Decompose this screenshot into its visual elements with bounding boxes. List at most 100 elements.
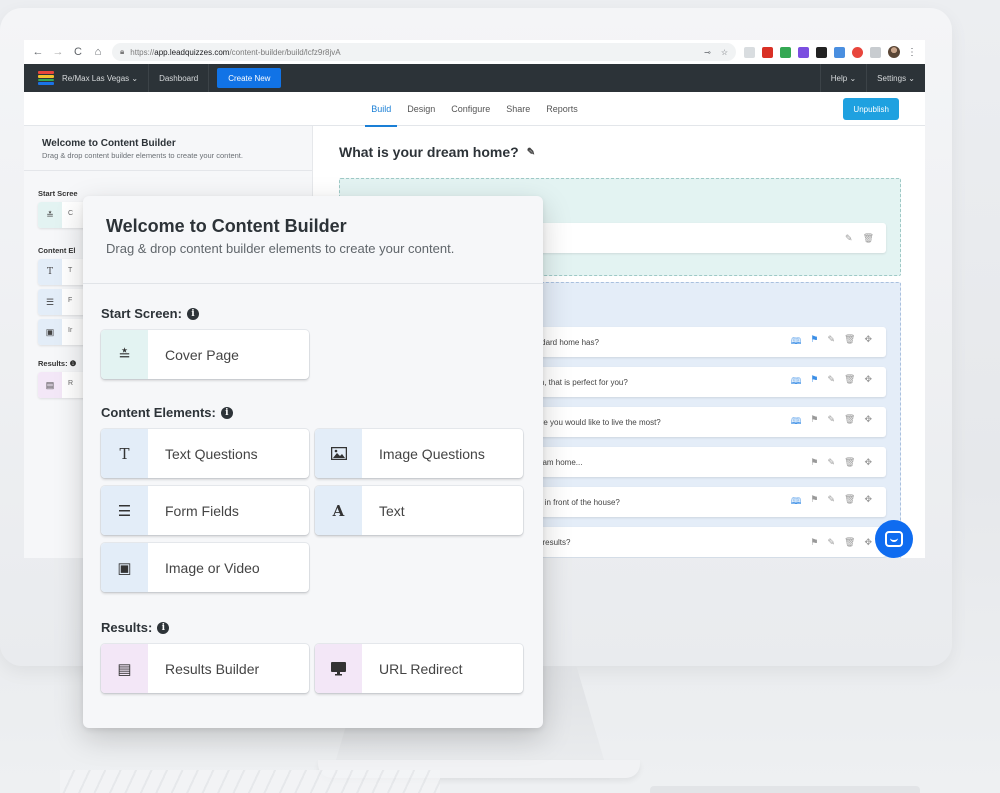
unpublish-button[interactable]: Unpublish [843, 98, 899, 120]
content-elements-heading: Content Elements: i [101, 405, 543, 420]
extensions-bar: ⋮ [744, 46, 917, 58]
browser-toolbar: ← → C ⌂ 🔒︎ https://app.leadquizzes.com/c… [24, 40, 925, 64]
tab-share[interactable]: Share [498, 92, 538, 126]
create-new-button[interactable]: Create New [217, 68, 282, 88]
trash-icon[interactable]: 🗑︎ [863, 233, 874, 244]
extension-icon[interactable] [744, 46, 755, 58]
tile-cover-page[interactable]: ≛ Cover Page [101, 330, 309, 379]
left-tile-label: T [68, 267, 73, 274]
move-icon[interactable]: ✥ [864, 494, 872, 510]
back-icon[interactable]: ← [32, 46, 44, 58]
edit-icon[interactable]: ✎ [827, 457, 835, 468]
tile-results-builder[interactable]: ▤ Results Builder [101, 644, 309, 693]
edit-icon[interactable]: ✎ [827, 414, 835, 430]
move-icon[interactable]: ✥ [864, 334, 872, 350]
map-icon[interactable]: 🕮︎ [791, 414, 802, 430]
edit-icon[interactable]: ✎ [827, 494, 835, 510]
edit-title-icon[interactable]: ✎ [527, 147, 535, 158]
move-icon[interactable]: ✥ [864, 537, 872, 548]
key-icon[interactable]: ⊸ [704, 48, 711, 57]
extension-icon[interactable] [798, 46, 809, 58]
branch-icon[interactable]: ⚑ [810, 457, 818, 468]
image-icon [315, 429, 362, 478]
branch-icon[interactable]: ⚑ [810, 414, 818, 430]
branch-icon[interactable]: ⚑ [810, 537, 818, 548]
extension-icon[interactable] [780, 46, 791, 58]
edit-icon[interactable]: ✎ [827, 374, 835, 390]
info-icon[interactable]: i [186, 307, 199, 320]
cover-page-icon: ≛ [38, 202, 62, 228]
text-question-icon: T [101, 429, 148, 478]
question-text: where you would like to live the most? [526, 417, 661, 427]
tile-url-redirect[interactable]: URL Redirect [315, 644, 523, 693]
map-icon[interactable]: 🕮︎ [791, 334, 802, 350]
edit-icon[interactable]: ✎ [827, 537, 835, 548]
edit-icon[interactable]: ✎ [827, 334, 835, 350]
branch-icon[interactable]: ⚑ [810, 374, 818, 390]
address-bar[interactable]: 🔒︎ https://app.leadquizzes.com/content-b… [112, 43, 736, 61]
tile-label: Image or Video [165, 559, 260, 576]
profile-avatar[interactable] [888, 46, 900, 58]
content-element-tiles: T Text Questions Image Questions ☰ Form … [101, 429, 543, 592]
left-tile-label: C [68, 210, 74, 217]
keyboard [60, 770, 440, 793]
info-icon[interactable]: i [220, 406, 233, 419]
tab-configure[interactable]: Configure [443, 92, 498, 126]
tile-image-questions[interactable]: Image Questions [315, 429, 523, 478]
account-switcher[interactable]: Re/Max Las Vegas ⌄ [62, 64, 150, 92]
move-icon[interactable]: ✥ [864, 457, 872, 468]
extension-icon[interactable] [834, 46, 845, 58]
builder-tabs: Build Design Configure Share Reports Unp… [24, 92, 925, 127]
help-menu[interactable]: Help ⌄ [819, 64, 866, 92]
left-panel-title: Welcome to Content Builder [42, 138, 176, 149]
settings-menu[interactable]: Settings ⌄ [866, 64, 925, 92]
chat-launcher-button[interactable] [875, 520, 913, 558]
trash-icon[interactable]: 🗑︎ [844, 537, 855, 548]
edit-icon[interactable]: ✎ [845, 233, 853, 244]
app-navbar: Re/Max Las Vegas ⌄ Dashboard Create New … [24, 64, 925, 92]
tile-label: URL Redirect [379, 660, 463, 677]
left-panel-subtitle: Drag & drop content builder elements to … [42, 151, 243, 160]
trash-icon[interactable]: 🗑︎ [844, 414, 855, 430]
brand-logo-icon[interactable] [38, 71, 54, 85]
trash-icon[interactable]: 🗑︎ [844, 334, 855, 350]
move-icon[interactable]: ✥ [864, 374, 872, 390]
browser-menu-icon[interactable]: ⋮ [907, 47, 917, 58]
tab-design[interactable]: Design [399, 92, 443, 126]
tile-label: Form Fields [165, 502, 239, 519]
map-icon[interactable]: 🕮︎ [791, 374, 802, 390]
content-builder-panel: Welcome to Content Builder Drag & drop c… [83, 196, 543, 728]
form-fields-icon: ☰ [101, 486, 148, 535]
map-icon[interactable]: 🕮︎ [791, 494, 802, 510]
panel-subtitle: Drag & drop content builder elements to … [106, 241, 455, 256]
start-screen-heading: Start Screen: i [101, 306, 543, 321]
results-label: Results: [101, 620, 153, 635]
results-tiles: ▤ Results Builder URL Redirect [101, 644, 543, 693]
reload-icon[interactable]: C [72, 46, 84, 58]
move-icon[interactable]: ✥ [864, 414, 872, 430]
text-icon: A [315, 486, 362, 535]
content-elements-label: Content Elements: [101, 405, 216, 420]
tile-text[interactable]: A Text [315, 486, 523, 535]
url-text: https://app.leadquizzes.com/content-buil… [130, 47, 341, 57]
content-title-text: What is your dream home? [339, 144, 519, 160]
forward-icon[interactable]: → [52, 46, 64, 58]
extension-icon[interactable] [816, 46, 827, 58]
tab-build[interactable]: Build [363, 92, 399, 127]
bookmark-star-icon[interactable]: ☆ [721, 48, 728, 57]
trash-icon[interactable]: 🗑︎ [844, 457, 855, 468]
branch-icon[interactable]: ⚑ [810, 334, 818, 350]
branch-icon[interactable]: ⚑ [810, 494, 818, 510]
trash-icon[interactable]: 🗑︎ [844, 494, 855, 510]
tile-text-questions[interactable]: T Text Questions [101, 429, 309, 478]
tab-reports[interactable]: Reports [538, 92, 586, 126]
info-icon[interactable]: i [157, 621, 170, 634]
extension-icon[interactable] [762, 46, 773, 58]
tile-form-fields[interactable]: ☰ Form Fields [101, 486, 309, 535]
nav-dashboard[interactable]: Dashboard [149, 64, 210, 92]
home-icon[interactable]: ⌂ [92, 46, 104, 58]
extension-icon[interactable] [870, 46, 881, 58]
tile-image-or-video[interactable]: ▣ Image or Video [101, 543, 309, 592]
extension-icon[interactable] [852, 46, 863, 58]
trash-icon[interactable]: 🗑︎ [844, 374, 855, 390]
